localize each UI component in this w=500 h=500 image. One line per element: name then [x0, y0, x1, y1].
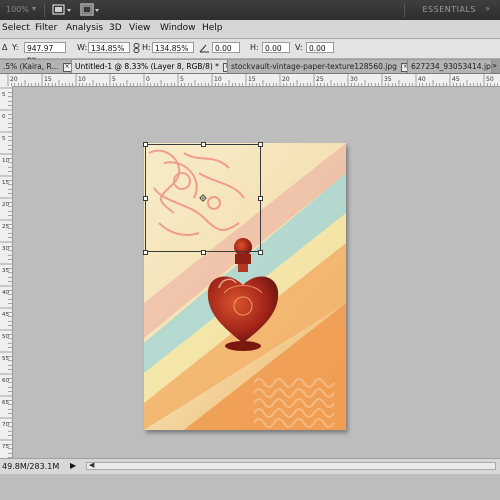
ruler-label: 10 [214, 76, 222, 83]
ruler-label: 25 [2, 224, 9, 230]
ruler-label: 5 [2, 136, 6, 142]
tab-untitled-1[interactable]: Untitled-1 @ 8.33% (Layer 8, RGB/8) *× [72, 60, 228, 73]
transform-handle-top-center[interactable] [201, 142, 206, 147]
y-label: Y: [12, 43, 19, 52]
zoom-level[interactable]: 100% [6, 5, 29, 14]
ruler-label: 70 [2, 422, 9, 428]
vertical-skew-field[interactable]: 0.00 [306, 42, 334, 53]
tab-label: .5% (Kaira, R... [3, 62, 59, 71]
ruler-label: 40 [2, 290, 9, 296]
ruler-label: 50 [486, 76, 494, 83]
ruler-label: 20 [10, 76, 18, 83]
ruler-label: 35 [2, 268, 9, 274]
close-tab-icon[interactable]: × [400, 62, 407, 72]
vertical-skew-label: V: [295, 43, 303, 52]
link-proportions-icon[interactable] [133, 43, 140, 56]
ruler-label: 5 [180, 76, 184, 83]
ruler-label: 20 [2, 202, 9, 208]
tab-label: Untitled-1 @ 8.33% (Layer 8, RGB/8) * [75, 62, 219, 71]
appbar-divider [404, 3, 405, 17]
reference-point-crosshair-icon[interactable] [199, 194, 207, 205]
workspace-background [0, 474, 500, 500]
height-percent-field[interactable]: 134.85% [152, 42, 194, 53]
workspace-switcher[interactable]: ESSENTIALS [422, 5, 476, 14]
menu-window[interactable]: Window [160, 23, 196, 33]
horizontal-scrollbar[interactable]: ◀ [86, 461, 496, 470]
workspace-caret-icon[interactable]: » [485, 4, 490, 13]
ruler-label: 60 [2, 378, 9, 384]
more-tabs-button[interactable]: » [492, 61, 497, 70]
menu-bar: Select Filter Analysis 3D View Window He… [0, 20, 500, 39]
reference-point-delta-label: Δ [2, 43, 8, 52]
menu-filter[interactable]: Filter [35, 23, 57, 33]
document-size-info[interactable]: 49.8M/283.1M [2, 462, 59, 471]
tab-kaira[interactable]: .5% (Kaira, R... × [0, 60, 72, 73]
ruler-label: 50 [2, 334, 9, 340]
width-percent-field[interactable]: 134.85% [88, 42, 130, 53]
horizontal-skew-field[interactable]: 0.00 [262, 42, 290, 53]
application-bar: 100% ▾ ESSENTIALS » [0, 0, 500, 20]
menu-select[interactable]: Select [2, 23, 30, 33]
horizontal-skew-label: H: [250, 43, 259, 52]
menu-3d[interactable]: 3D [109, 23, 122, 33]
ruler-label: 5 [112, 76, 116, 83]
zoom-dropdown-caret-icon[interactable]: ▾ [32, 4, 36, 13]
ruler-label: 45 [452, 76, 460, 83]
status-menu-arrow-icon[interactable]: ▶ [70, 461, 76, 470]
ruler-label: 0 [2, 114, 6, 120]
height-label: H: [142, 43, 151, 52]
transform-handle-middle-left[interactable] [143, 196, 148, 201]
tab-stockvault[interactable]: stockvault-vintage-paper-texture128560.j… [228, 60, 408, 73]
menu-analysis[interactable]: Analysis [66, 23, 103, 33]
ruler-label: 55 [2, 356, 9, 362]
ruler-label: 65 [2, 400, 9, 406]
ruler-label: 15 [2, 180, 9, 186]
close-tab-icon[interactable]: × [62, 62, 71, 72]
transform-options-bar: Δ Y: 947.97 px W: 134.85% H: 134.85% 0.0… [0, 39, 500, 64]
arrange-documents-icon[interactable] [80, 3, 102, 17]
ruler-label: 0 [146, 76, 150, 83]
ruler-label: 20 [282, 76, 290, 83]
transform-handle-top-left[interactable] [143, 142, 148, 147]
menu-help[interactable]: Help [202, 23, 223, 33]
tab-label: stockvault-vintage-paper-texture128560.j… [231, 62, 397, 71]
rotate-angle-field[interactable]: 0.00 [212, 42, 240, 53]
ruler-label: 45 [2, 312, 9, 318]
menu-view[interactable]: View [129, 23, 150, 33]
ruler-label: 30 [2, 246, 9, 252]
status-bar: 49.8M/283.1M ▶ ◀ [0, 458, 500, 474]
vertical-ruler[interactable]: 5 0 5 10 15 20 25 30 35 40 45 50 55 60 65 70 75 [0, 86, 13, 458]
ruler-label: 10 [2, 158, 9, 164]
ruler-label: 10 [78, 76, 86, 83]
document-tab-bar: .5% (Kaira, R... × Untitled-1 @ 8.33% (La… [0, 59, 500, 74]
ruler-label: 15 [44, 76, 52, 83]
transform-handle-middle-right[interactable] [258, 196, 263, 201]
y-position-field[interactable]: 947.97 px [24, 42, 66, 64]
ruler-label: 25 [316, 76, 324, 83]
ruler-label: 40 [418, 76, 426, 83]
ruler-label: 75 [2, 444, 9, 450]
ruler-label: 5 [2, 92, 6, 98]
rotate-angle-icon [199, 43, 210, 56]
scroll-left-icon[interactable]: ◀ [89, 461, 94, 469]
ruler-label: 15 [248, 76, 256, 83]
width-label: W: [77, 43, 88, 52]
transform-handle-bottom-left[interactable] [143, 250, 148, 255]
appbar-divider [44, 3, 45, 17]
tab-label: 627234_93053414.jpg [411, 62, 492, 71]
transform-handle-bottom-center[interactable] [201, 250, 206, 255]
tab-627234[interactable]: 627234_93053414.jpg [408, 60, 492, 73]
screen-mode-icon[interactable] [52, 3, 74, 17]
transform-handle-top-right[interactable] [258, 142, 263, 147]
ruler-label: 30 [350, 76, 358, 83]
ruler-label: 35 [384, 76, 392, 83]
transform-handle-bottom-right[interactable] [258, 250, 263, 255]
horizontal-ruler[interactable]: 20 15 10 5 0 5 10 15 20 25 30 35 40 45 50 [0, 74, 500, 87]
